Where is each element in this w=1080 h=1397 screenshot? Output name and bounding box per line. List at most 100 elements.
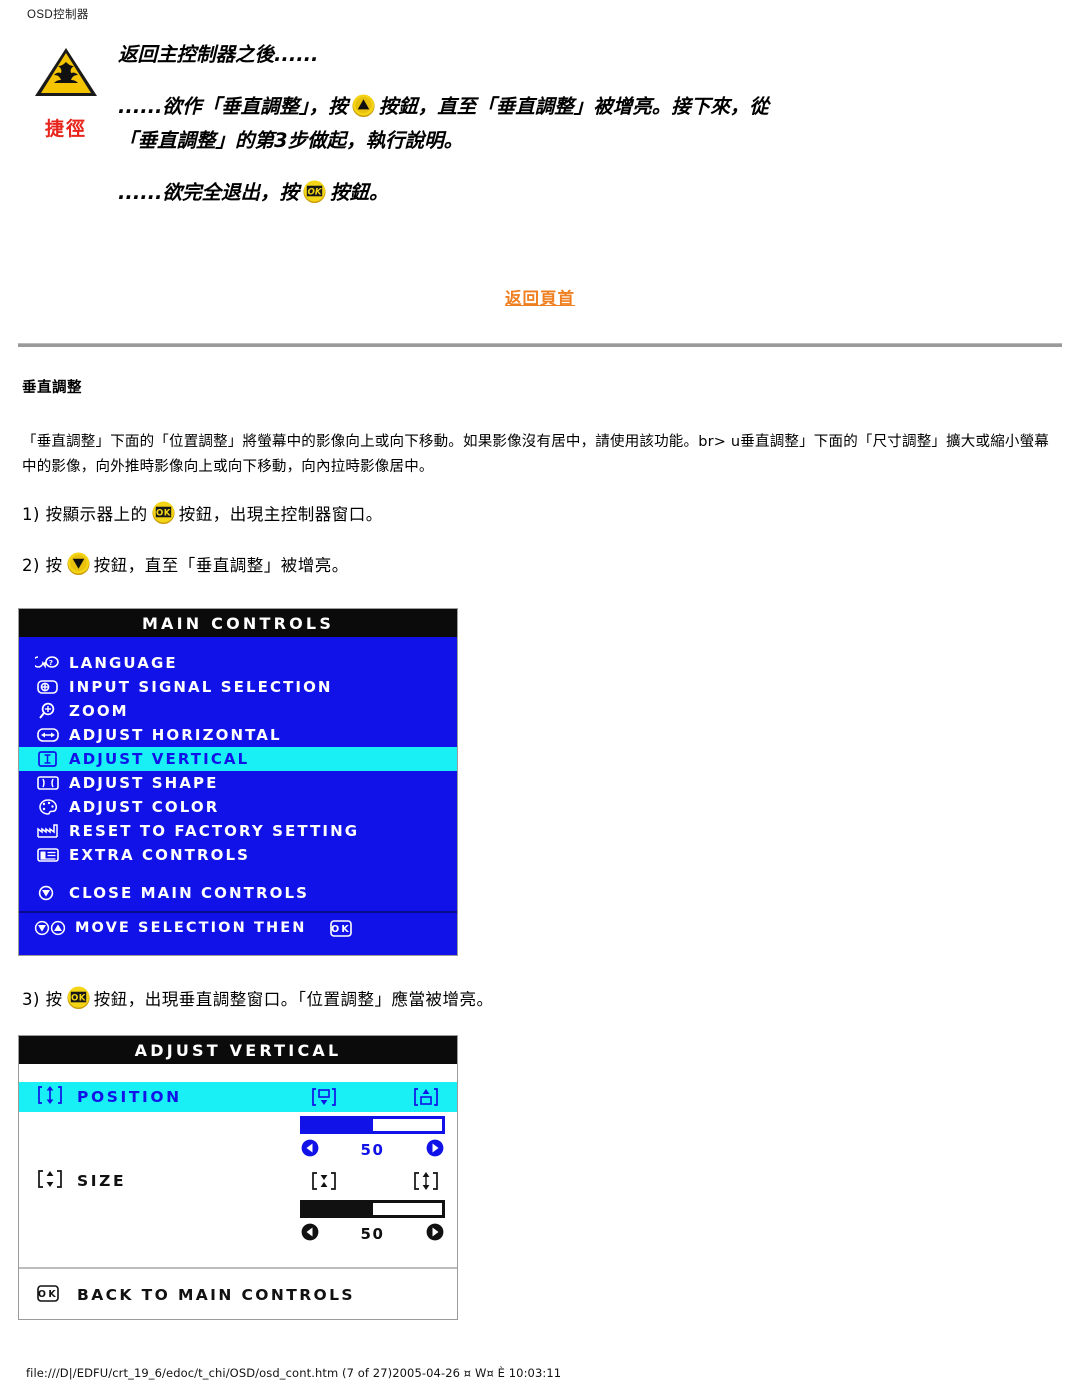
osd-vertical-position-slider-wrap: 50	[19, 1112, 457, 1166]
position-value: 50	[360, 1141, 385, 1159]
osd-main-title: MAIN CONTROLS	[19, 609, 457, 637]
osd-main-body: ? LANGUAGE INPUT SIGNAL SELECTION ZOOM A…	[19, 637, 457, 943]
step-2-text-b: 按鈕，直至「垂直調整」被增亮。	[93, 556, 349, 575]
ok-button-icon: OK	[67, 986, 90, 1010]
osd-vertical-row-label: POSITION	[77, 1088, 182, 1106]
language-icon: ?	[35, 654, 69, 672]
tip-line-1: 返回主控制器之後......	[118, 43, 319, 66]
zoom-magnifier-icon	[35, 702, 69, 720]
horizontal-divider	[18, 343, 1062, 347]
expand-vertical-icon	[411, 1170, 441, 1196]
osd-item-label: LANGUAGE	[69, 654, 178, 672]
page-root: OSD控制器 捷徑 返回主控制器之後...... ......欲作「垂直調整」，…	[0, 0, 1080, 1397]
osd-item-adjust-color[interactable]: ADJUST COLOR	[19, 795, 457, 819]
adjust-horizontal-icon	[35, 726, 69, 744]
down-button-icon	[67, 552, 90, 576]
size-slider-controls: 50	[300, 1222, 445, 1246]
osd-main-footer: MOVE SELECTION THEN OK	[19, 913, 457, 943]
close-down-arrow-icon	[35, 884, 69, 902]
up-button-icon	[352, 94, 375, 118]
osd-item-input-signal-selection[interactable]: INPUT SIGNAL SELECTION	[19, 675, 457, 699]
osd-item-label: ZOOM	[69, 702, 129, 720]
right-arrow-icon[interactable]	[425, 1222, 445, 1246]
tip-line-2b: 按鈕，直至「垂直調整」被增亮。接下來，從	[378, 95, 769, 118]
osd-item-label: INPUT SIGNAL SELECTION	[69, 678, 333, 696]
move-down-icon	[309, 1086, 339, 1112]
osd-item-extra-controls[interactable]: EXTRA CONTROLS	[19, 843, 457, 867]
tip-line-2: ......欲作「垂直調整」，按 按鈕，直至「垂直調整」被增亮。接下來，從	[118, 90, 1048, 124]
factory-reset-icon	[35, 822, 69, 840]
osd-main-footer-label: MOVE SELECTION THEN	[75, 920, 307, 936]
left-arrow-icon[interactable]	[300, 1138, 320, 1162]
size-value: 50	[360, 1225, 385, 1243]
back-to-top-wrapper: 返回頁首	[0, 285, 1080, 309]
tip-line-4b: 按鈕。	[329, 181, 389, 204]
shortcut-label: 捷徑	[44, 118, 87, 140]
svg-text:OK: OK	[71, 993, 86, 1003]
osd-item-adjust-shape[interactable]: ADJUST SHAPE	[19, 771, 457, 795]
osd-item-label: CLOSE MAIN CONTROLS	[69, 884, 310, 902]
section-heading: 垂直調整	[22, 380, 82, 396]
right-arrow-icon[interactable]	[425, 1138, 445, 1162]
ok-button-icon: OK	[152, 501, 175, 525]
adjust-color-palette-icon	[35, 798, 69, 816]
osd-vertical-size-slider-wrap: 50	[19, 1196, 457, 1250]
svg-text:OK: OK	[332, 924, 352, 935]
ok-icon: OK	[328, 919, 354, 938]
input-signal-icon	[35, 678, 69, 696]
down-up-arrow-icons	[31, 919, 75, 937]
position-slider-controls: 50	[300, 1138, 445, 1162]
adjust-vertical-icon	[35, 750, 69, 768]
osd-vertical-row-label: SIZE	[77, 1172, 127, 1190]
position-slider-track[interactable]	[300, 1116, 445, 1134]
osd-item-adjust-vertical[interactable]: ADJUST VERTICAL	[19, 747, 457, 771]
shrink-vertical-icon	[309, 1170, 339, 1196]
left-arrow-icon[interactable]	[300, 1222, 320, 1246]
tip-line-2a: ......欲作「垂直調整」，按	[118, 95, 348, 118]
osd-item-reset-to-factory-setting[interactable]: RESET TO FACTORY SETTING	[19, 819, 457, 843]
osd-item-label: ADJUST VERTICAL	[69, 750, 250, 768]
page-title: OSD控制器	[27, 9, 89, 21]
step-3: 3) 按 OK 按鈕，出現垂直調整窗口。「位置調整」應當被增亮。	[22, 985, 493, 1010]
osd-vertical-footer[interactable]: OK BACK TO MAIN CONTROLS	[19, 1274, 457, 1316]
shortcut-text-column: 返回主控制器之後...... ......欲作「垂直調整」，按 按鈕，直至「垂直調…	[118, 38, 1048, 210]
osd-item-label: EXTRA CONTROLS	[69, 846, 251, 864]
osd-vertical-title: ADJUST VERTICAL	[19, 1036, 457, 1064]
step-2-text-a: 2) 按	[22, 556, 63, 575]
osd-item-label: ADJUST COLOR	[69, 798, 220, 816]
step-1-text-a: 1) 按顯示器上的	[22, 505, 148, 524]
svg-text:OK: OK	[156, 508, 171, 518]
osd-item-language[interactable]: ? LANGUAGE	[19, 651, 457, 675]
step-1-text-b: 按鈕，出現主控制器窗口。	[178, 505, 383, 524]
size-vertical-icon	[35, 1168, 77, 1194]
ok-icon: OK	[35, 1284, 77, 1307]
extra-controls-icon	[35, 846, 69, 864]
osd-vertical-row-size[interactable]: SIZE	[19, 1166, 457, 1196]
adjust-shape-icon	[35, 774, 69, 792]
back-to-top-link[interactable]: 返回頁首	[505, 289, 575, 308]
svg-text:?: ?	[49, 659, 55, 667]
osd-item-close-main-controls[interactable]: CLOSE MAIN CONTROLS	[19, 881, 457, 905]
osd-vertical-body: POSITION 50 SIZE 50 OK BACK TO MAIN CONT…	[19, 1064, 457, 1304]
position-vertical-icon	[35, 1084, 77, 1110]
osd-item-adjust-horizontal[interactable]: ADJUST HORIZONTAL	[19, 723, 457, 747]
shortcut-icon-column: 捷徑	[24, 44, 108, 141]
ok-button-icon: OK	[303, 180, 326, 204]
tip-line-4: ......欲完全退出，按 OK 按鈕。	[118, 176, 1048, 210]
osd-item-label: RESET TO FACTORY SETTING	[69, 822, 360, 840]
svg-text:OK: OK	[307, 187, 322, 197]
osd-adjust-vertical-panel: ADJUST VERTICAL POSITION 50 SIZE 50 OK B…	[18, 1035, 458, 1320]
osd-vertical-footer-label: BACK TO MAIN CONTROLS	[77, 1286, 355, 1304]
osd-item-zoom[interactable]: ZOOM	[19, 699, 457, 723]
osd-vertical-footer-separator	[19, 1267, 457, 1269]
osd-item-label: ADJUST SHAPE	[69, 774, 219, 792]
move-up-icon	[411, 1086, 441, 1112]
step-3-text-a: 3) 按	[22, 990, 63, 1009]
osd-main-controls-panel: MAIN CONTROLS ? LANGUAGE INPUT SIGNAL SE…	[18, 608, 458, 956]
footer-file-path: file:///D|/EDFU/crt_19_6/edoc/t_chi/OSD/…	[26, 1366, 562, 1380]
size-slider-track[interactable]	[300, 1200, 445, 1218]
tip-line-3: 「垂直調整」的第3步做起，執行說明。	[118, 129, 464, 152]
osd-vertical-row-position[interactable]: POSITION	[19, 1082, 457, 1112]
step-1: 1) 按顯示器上的 OK 按鈕，出現主控制器窗口。	[22, 500, 383, 525]
svg-text:OK: OK	[38, 1289, 58, 1300]
